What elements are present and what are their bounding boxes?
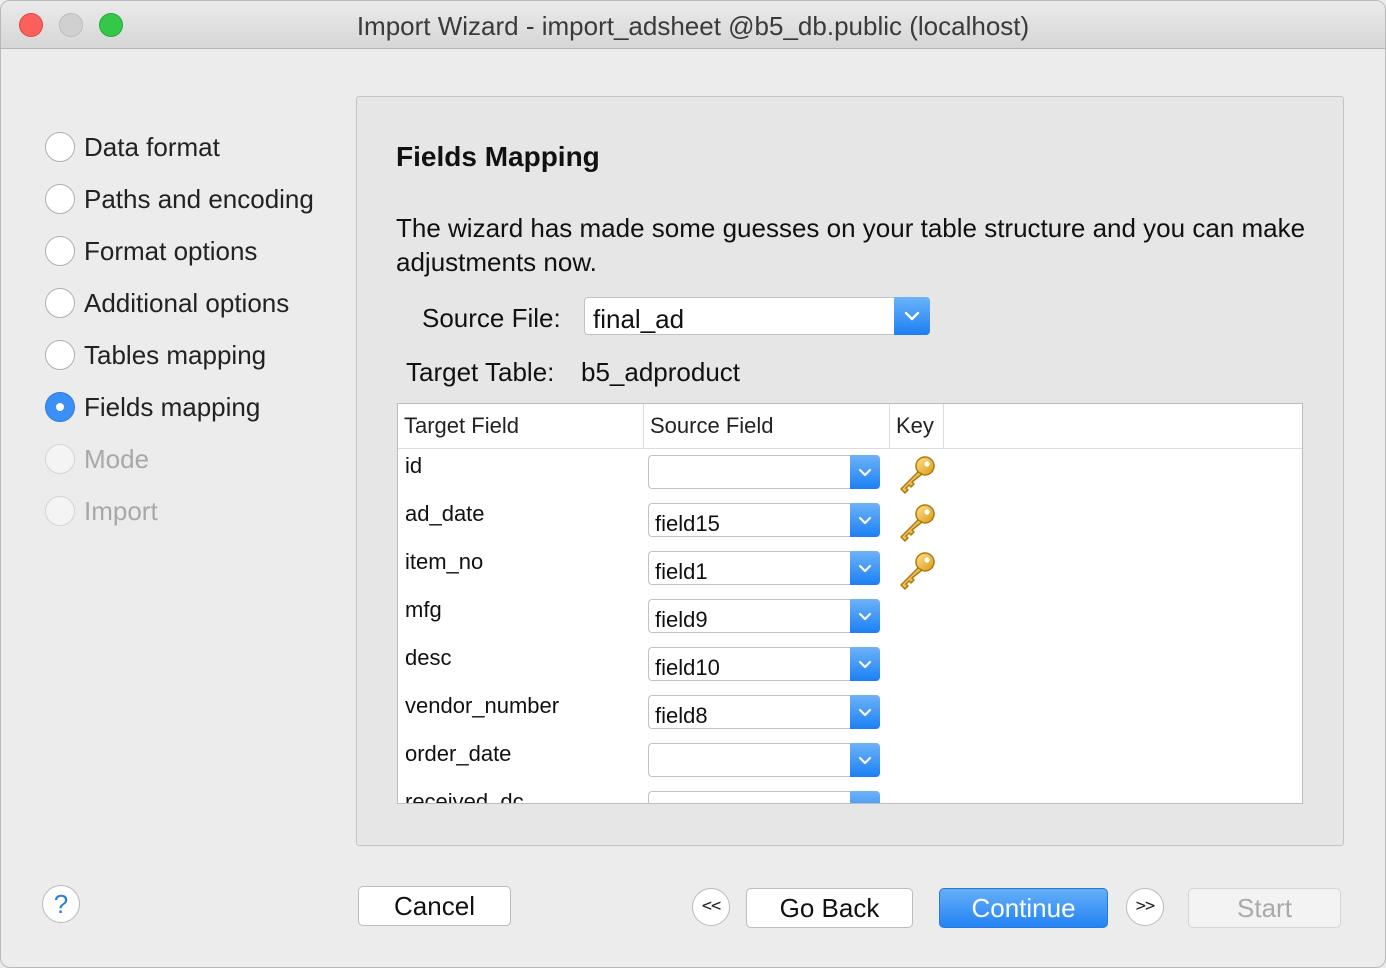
radio-icon [45,444,75,474]
radio-icon[interactable] [45,236,75,266]
column-header-key[interactable]: Key [890,404,944,448]
source-field-select[interactable]: field1 [648,551,880,585]
step-label: Format options [84,236,258,266]
go-back-button[interactable]: Go Back [746,888,913,928]
key-icon[interactable] [896,502,938,542]
chevron-down-icon[interactable] [850,599,880,633]
target-field-cell: received_dc [405,789,524,804]
step-label: Data format [84,132,220,162]
chevron-down-icon[interactable] [850,503,880,537]
table-header: Target Field Source Field Key [398,404,1302,449]
radio-icon [45,496,75,526]
table-row[interactable]: vendor_number field8 [398,689,1302,737]
title-bar: Import Wizard - import_adsheet @b5_db.pu… [1,1,1385,49]
radio-icon[interactable] [45,288,75,318]
step-label: Tables mapping [84,340,267,370]
column-header-target-field[interactable]: Target Field [398,404,644,448]
fields-mapping-table: Target Field Source Field Key id ad_date f… [397,403,1303,804]
help-button[interactable]: ? [42,885,80,923]
import-wizard-window: Import Wizard - import_adsheet @b5_db.pu… [0,0,1386,968]
source-field-value: field15 [655,511,720,536]
table-row[interactable]: mfg field9 [398,593,1302,641]
chevron-down-icon[interactable] [850,743,880,777]
source-field-value: field9 [655,607,708,632]
target-field-cell: desc [405,645,452,670]
first-step-button[interactable]: << [692,888,730,926]
step-label: Additional options [84,288,290,318]
table-row[interactable]: received_dc [398,785,1302,804]
radio-icon[interactable] [45,184,75,214]
target-table-label: Target Table: [406,357,555,387]
source-file-value: final_ad [593,304,685,334]
radio-icon[interactable] [45,392,75,422]
source-field-select[interactable]: field9 [648,599,880,633]
table-row[interactable]: desc field10 [398,641,1302,689]
chevron-down-icon[interactable] [850,551,880,585]
source-field-value: field1 [655,559,708,584]
source-field-select[interactable]: field8 [648,695,880,729]
radio-icon[interactable] [45,340,75,370]
chevron-down-icon[interactable] [850,455,880,489]
step-label: Paths and encoding [84,184,314,214]
column-header-source-field[interactable]: Source Field [644,404,890,448]
source-field-select[interactable]: field10 [648,647,880,681]
table-row[interactable]: id [398,449,1302,497]
step-label: Fields mapping [84,392,261,422]
source-file-label: Source File: [422,303,561,333]
target-field-cell: mfg [405,597,442,622]
target-field-cell: id [405,453,423,478]
source-field-select[interactable] [648,743,880,777]
step-label: Mode [84,444,150,474]
chevron-down-icon[interactable] [894,297,930,335]
target-field-cell: item_no [405,549,484,574]
panel-description: The wizard has made some guesses on your… [396,213,1306,277]
chevron-down-icon[interactable] [850,791,880,803]
panel-title: Fields Mapping [396,141,600,172]
table-row[interactable]: order_date [398,737,1302,785]
source-field-value: field8 [655,703,708,728]
chevron-down-icon[interactable] [850,647,880,681]
fields-mapping-panel: Fields Mapping The wizard has made some … [356,96,1344,846]
cancel-button[interactable]: Cancel [358,886,511,926]
chevron-down-icon[interactable] [850,695,880,729]
target-field-cell: vendor_number [405,693,560,718]
table-row[interactable]: ad_date field15 [398,497,1302,545]
target-field-cell: ad_date [405,501,485,526]
continue-button[interactable]: Continue [939,888,1108,928]
key-icon[interactable] [896,454,938,494]
key-icon[interactable] [896,550,938,590]
source-field-select[interactable] [648,455,880,489]
start-button[interactable]: Start [1188,888,1341,928]
source-field-value: field10 [655,655,720,680]
step-label: Import [84,496,158,526]
table-row[interactable]: item_no field1 [398,545,1302,593]
target-field-cell: order_date [405,741,512,766]
source-file-select[interactable]: final_ad [584,297,930,335]
window-title: Import Wizard - import_adsheet @b5_db.pu… [356,11,1030,41]
source-field-select[interactable]: field15 [648,503,880,537]
radio-icon[interactable] [45,132,75,162]
target-table-value: b5_adproduct [581,357,741,387]
last-step-button[interactable]: >> [1126,888,1164,926]
source-field-select[interactable] [648,791,880,803]
